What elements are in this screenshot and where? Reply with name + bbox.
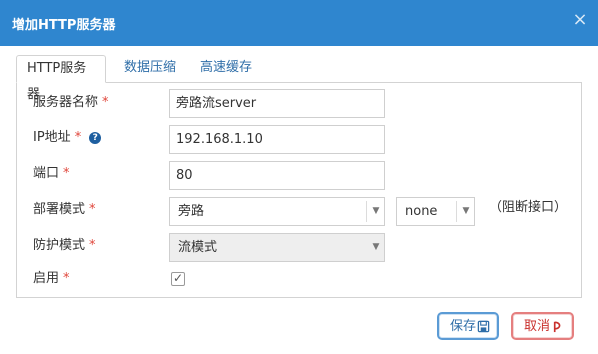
save-icon (477, 320, 490, 333)
add-http-server-dialog: 增加HTTP服务器 × HTTP服务器 数据压缩 高速缓存 服务器名称 * 旁路流… (0, 0, 598, 354)
required-marker: * (74, 130, 82, 145)
tab-http-server[interactable]: HTTP服务器 (16, 55, 106, 102)
save-button[interactable]: 保存 (437, 312, 499, 340)
close-icon[interactable]: × (572, 10, 588, 30)
deploy-mode-label-text: 部署模式 (33, 202, 86, 217)
deploy-mode-select[interactable]: 旁路 ▼ (169, 197, 385, 226)
protect-mode-label: 防护模式 * (33, 236, 96, 256)
required-marker: * (63, 166, 70, 181)
chevron-down-icon: ▼ (372, 206, 380, 216)
cancel-button[interactable]: 取消 (511, 312, 574, 340)
form-panel: 服务器名称 * 旁路流server IP地址 *? 192.168.1.10 端口 *… (16, 82, 582, 298)
ip-label-text: IP地址 (33, 130, 71, 145)
protect-mode-select[interactable]: 流模式 ▼ (169, 233, 385, 262)
server-name-input[interactable]: 旁路流server (169, 89, 385, 118)
undo-icon (553, 321, 561, 333)
port-label: 端口 * (33, 164, 70, 184)
select-divider (366, 201, 367, 222)
port-input[interactable]: 80 (169, 161, 385, 190)
ip-input[interactable]: 192.168.1.10 (169, 125, 385, 154)
select-divider (456, 201, 457, 222)
block-interface-note: （阻断接口） (489, 200, 568, 215)
deploy-mode-label: 部署模式 * (33, 200, 96, 220)
tab-data-compression[interactable]: 数据压缩 (114, 55, 194, 83)
question-circle-icon[interactable]: ? (89, 132, 102, 144)
dialog-title: 增加HTTP服务器 (12, 18, 116, 33)
deploy-interface-value: none (405, 204, 438, 219)
required-marker: * (89, 238, 96, 253)
chevron-down-icon: ▼ (462, 206, 470, 216)
protect-mode-label-text: 防护模式 (33, 238, 86, 253)
tab-cache[interactable]: 高速缓存 (190, 55, 270, 83)
deploy-mode-value: 旁路 (178, 204, 205, 219)
cancel-button-label: 取消 (524, 319, 551, 334)
required-marker: * (102, 95, 109, 110)
save-button-label: 保存 (450, 319, 477, 334)
ip-label: IP地址 *? (33, 128, 102, 148)
required-marker: * (89, 202, 96, 217)
deploy-interface-select[interactable]: none ▼ (396, 197, 475, 226)
protect-mode-value: 流模式 (178, 240, 218, 255)
server-name-label: 服务器名称 * (33, 93, 109, 113)
check-icon: ✓ (173, 271, 184, 285)
required-marker: * (63, 271, 70, 286)
server-name-label-text: 服务器名称 (33, 95, 99, 110)
enable-label: 启用 * (33, 269, 70, 289)
enable-checkbox[interactable]: ✓ (171, 271, 185, 286)
chevron-down-icon: ▼ (372, 242, 380, 252)
tab-bar: HTTP服务器 数据压缩 高速缓存 (16, 55, 582, 102)
enable-label-text: 启用 (33, 271, 60, 286)
port-label-text: 端口 (33, 166, 60, 181)
dialog-title-bar: 增加HTTP服务器 × (0, 0, 598, 46)
